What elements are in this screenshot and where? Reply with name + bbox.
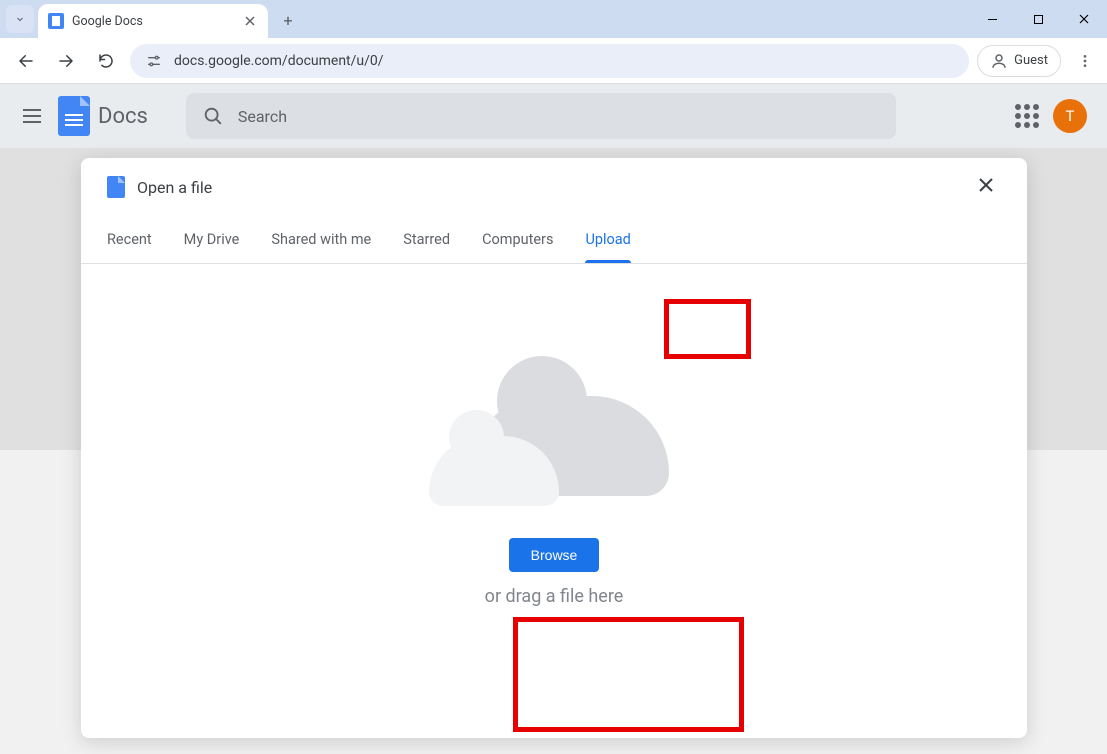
arrow-right-icon xyxy=(57,52,75,70)
window-close-button[interactable] xyxy=(1061,0,1107,38)
close-icon xyxy=(245,16,255,26)
main-menu-button[interactable] xyxy=(20,104,44,128)
minimize-icon xyxy=(987,14,998,25)
maximize-button[interactable] xyxy=(1015,0,1061,38)
tab-search-button[interactable] xyxy=(6,5,34,33)
site-info-icon[interactable] xyxy=(144,51,164,71)
reload-button[interactable] xyxy=(90,45,122,77)
profile-chip[interactable]: Guest xyxy=(977,45,1061,77)
chevron-down-icon xyxy=(14,13,26,25)
person-icon xyxy=(990,52,1008,70)
browser-menu-button[interactable] xyxy=(1069,45,1101,77)
docs-logo-icon xyxy=(58,96,90,136)
open-file-dialog: Open a file Recent My Drive Shared with … xyxy=(81,158,1027,738)
dialog-title: Open a file xyxy=(137,178,212,197)
close-icon xyxy=(977,176,995,194)
avatar-initial: T xyxy=(1066,107,1075,125)
tab-strip: Google Docs + xyxy=(0,0,1107,38)
docs-header: Docs Search T xyxy=(0,84,1107,148)
dialog-tabs: Recent My Drive Shared with me Starred C… xyxy=(81,216,1027,264)
browse-button[interactable]: Browse xyxy=(509,538,600,572)
kebab-icon xyxy=(1077,53,1093,69)
forward-button[interactable] xyxy=(50,45,82,77)
arrow-left-icon xyxy=(17,52,35,70)
address-bar[interactable]: docs.google.com/document/u/0/ xyxy=(130,44,969,78)
back-button[interactable] xyxy=(10,45,42,77)
search-icon xyxy=(202,105,224,127)
account-avatar[interactable]: T xyxy=(1053,99,1087,133)
docs-favicon-icon xyxy=(48,13,64,29)
cloud-illustration xyxy=(429,366,679,516)
tab-computers[interactable]: Computers xyxy=(482,216,553,263)
docs-app: Docs Search T Open a file Recent My D xyxy=(0,84,1107,754)
close-icon xyxy=(1078,13,1090,25)
dialog-close-button[interactable] xyxy=(971,170,1001,204)
docs-app-title: Docs xyxy=(98,104,148,129)
tab-close-button[interactable] xyxy=(242,13,258,29)
docs-header-right: T xyxy=(1015,99,1087,133)
dialog-header: Open a file xyxy=(81,158,1027,216)
browser-chrome: Google Docs + docs.google.com/document/u… xyxy=(0,0,1107,84)
minimize-button[interactable] xyxy=(969,0,1015,38)
new-tab-button[interactable]: + xyxy=(274,6,302,34)
tune-icon xyxy=(146,53,162,69)
drag-hint-text: or drag a file here xyxy=(485,586,624,607)
tab-shared-with-me[interactable]: Shared with me xyxy=(271,216,371,263)
browser-tab[interactable]: Google Docs xyxy=(38,4,268,38)
url-text: docs.google.com/document/u/0/ xyxy=(174,53,384,69)
google-apps-button[interactable] xyxy=(1015,104,1039,128)
window-controls xyxy=(969,0,1107,38)
docs-logo[interactable]: Docs xyxy=(58,96,148,136)
document-icon xyxy=(107,176,125,198)
tab-starred[interactable]: Starred xyxy=(403,216,450,263)
tab-upload[interactable]: Upload xyxy=(585,216,630,263)
tab-title: Google Docs xyxy=(72,14,234,29)
reload-icon xyxy=(97,52,115,70)
search-bar[interactable]: Search xyxy=(186,93,896,139)
tab-my-drive[interactable]: My Drive xyxy=(184,216,240,263)
browser-toolbar: docs.google.com/document/u/0/ Guest xyxy=(0,38,1107,83)
tab-recent[interactable]: Recent xyxy=(107,216,152,263)
upload-dropzone[interactable]: Browse or drag a file here xyxy=(81,264,1027,738)
search-placeholder: Search xyxy=(238,107,287,126)
profile-label: Guest xyxy=(1014,53,1048,68)
maximize-icon xyxy=(1033,14,1044,25)
